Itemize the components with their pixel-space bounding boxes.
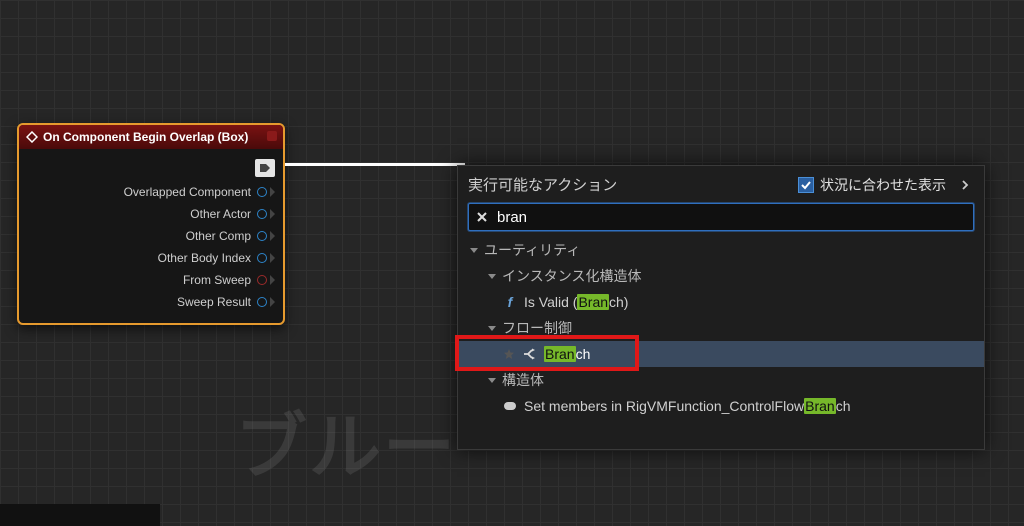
category-struct[interactable]: 構造体	[458, 367, 984, 393]
clear-search-icon[interactable]	[469, 211, 495, 223]
checkbox-checked-icon[interactable]	[798, 177, 814, 193]
output-pin-row[interactable]: Overlapped Component	[27, 181, 275, 203]
action-item-is-valid-branch[interactable]: f Is Valid (Branch)	[458, 289, 984, 315]
category-label: ユーティリティ	[484, 240, 580, 260]
output-pin-row[interactable]: Other Comp	[27, 225, 275, 247]
context-sensitive-label: 状況に合わせた表示	[820, 175, 946, 195]
context-menu-title: 実行可能なアクション	[468, 174, 617, 195]
pin-label: Other Comp	[186, 229, 251, 243]
function-f-icon: f	[502, 294, 518, 310]
action-item-set-members-branch[interactable]: Set members in RigVMFunction_ControlFlow…	[458, 393, 984, 419]
pin-label: From Sweep	[183, 273, 251, 287]
category-label: フロー制御	[502, 318, 572, 338]
category-flow-control[interactable]: フロー制御	[458, 315, 984, 341]
action-item-label: Is Valid (Branch)	[524, 294, 628, 310]
pin-label: Other Actor	[190, 207, 251, 221]
output-pin-row[interactable]: Other Body Index	[27, 247, 275, 269]
node-title: On Component Begin Overlap (Box)	[43, 130, 248, 144]
watermark-text: ブルー	[235, 388, 457, 493]
category-instanced-struct[interactable]: インスタンス化構造体	[458, 263, 984, 289]
pin-port-icon[interactable]	[257, 297, 267, 307]
action-tree[interactable]: ユーティリティ インスタンス化構造体 f Is Valid (Branch) フ…	[458, 237, 984, 449]
favorite-star-icon[interactable]	[502, 347, 516, 361]
pin-label: Overlapped Component	[124, 185, 251, 199]
action-item-label: Branch	[544, 346, 590, 362]
output-pin-row[interactable]: Other Actor	[27, 203, 275, 225]
event-node-on-component-begin-overlap[interactable]: On Component Begin Overlap (Box) Overlap…	[17, 123, 285, 325]
action-item-label: Set members in RigVMFunction_ControlFlow…	[524, 398, 850, 414]
context-sensitive-toggle[interactable]: 状況に合わせた表示	[798, 175, 974, 195]
node-header-indicator	[267, 131, 277, 141]
search-input[interactable]	[495, 209, 973, 226]
branch-node-icon	[522, 346, 538, 362]
chevron-right-icon	[958, 178, 972, 192]
output-pin-row[interactable]: From Sweep	[27, 269, 275, 291]
pin-port-icon[interactable]	[257, 187, 267, 197]
pin-expand-icon	[270, 297, 275, 307]
struct-pill-icon	[502, 398, 518, 414]
disclosure-down-icon	[486, 374, 498, 386]
pin-expand-icon	[270, 231, 275, 241]
pin-expand-icon	[270, 209, 275, 219]
pin-port-icon[interactable]	[257, 209, 267, 219]
event-diamond-icon	[25, 130, 39, 144]
category-label: インスタンス化構造体	[502, 266, 641, 286]
pin-label: Sweep Result	[177, 295, 251, 309]
exec-wire[interactable]	[285, 163, 465, 166]
pin-label: Other Body Index	[158, 251, 251, 265]
node-header[interactable]: On Component Begin Overlap (Box)	[19, 125, 283, 149]
disclosure-down-icon	[486, 322, 498, 334]
action-context-menu[interactable]: 実行可能なアクション 状況に合わせた表示 ユーティリティ	[457, 165, 985, 450]
disclosure-down-icon	[486, 270, 498, 282]
pin-port-icon[interactable]	[257, 275, 267, 285]
action-item-branch[interactable]: Branch	[458, 341, 984, 367]
exec-output-pin[interactable]	[255, 159, 275, 177]
node-body: Overlapped Component Other Actor Other C…	[19, 149, 283, 323]
pin-port-icon[interactable]	[257, 231, 267, 241]
pin-expand-icon	[270, 187, 275, 197]
category-utility[interactable]: ユーティリティ	[458, 237, 984, 263]
pin-expand-icon	[270, 253, 275, 263]
pin-expand-icon	[270, 275, 275, 285]
search-field[interactable]	[468, 203, 974, 231]
disclosure-down-icon	[468, 244, 480, 256]
bottom-status-strip	[0, 504, 160, 526]
category-label: 構造体	[502, 370, 544, 390]
pin-port-icon[interactable]	[257, 253, 267, 263]
output-pin-row[interactable]: Sweep Result	[27, 291, 275, 313]
